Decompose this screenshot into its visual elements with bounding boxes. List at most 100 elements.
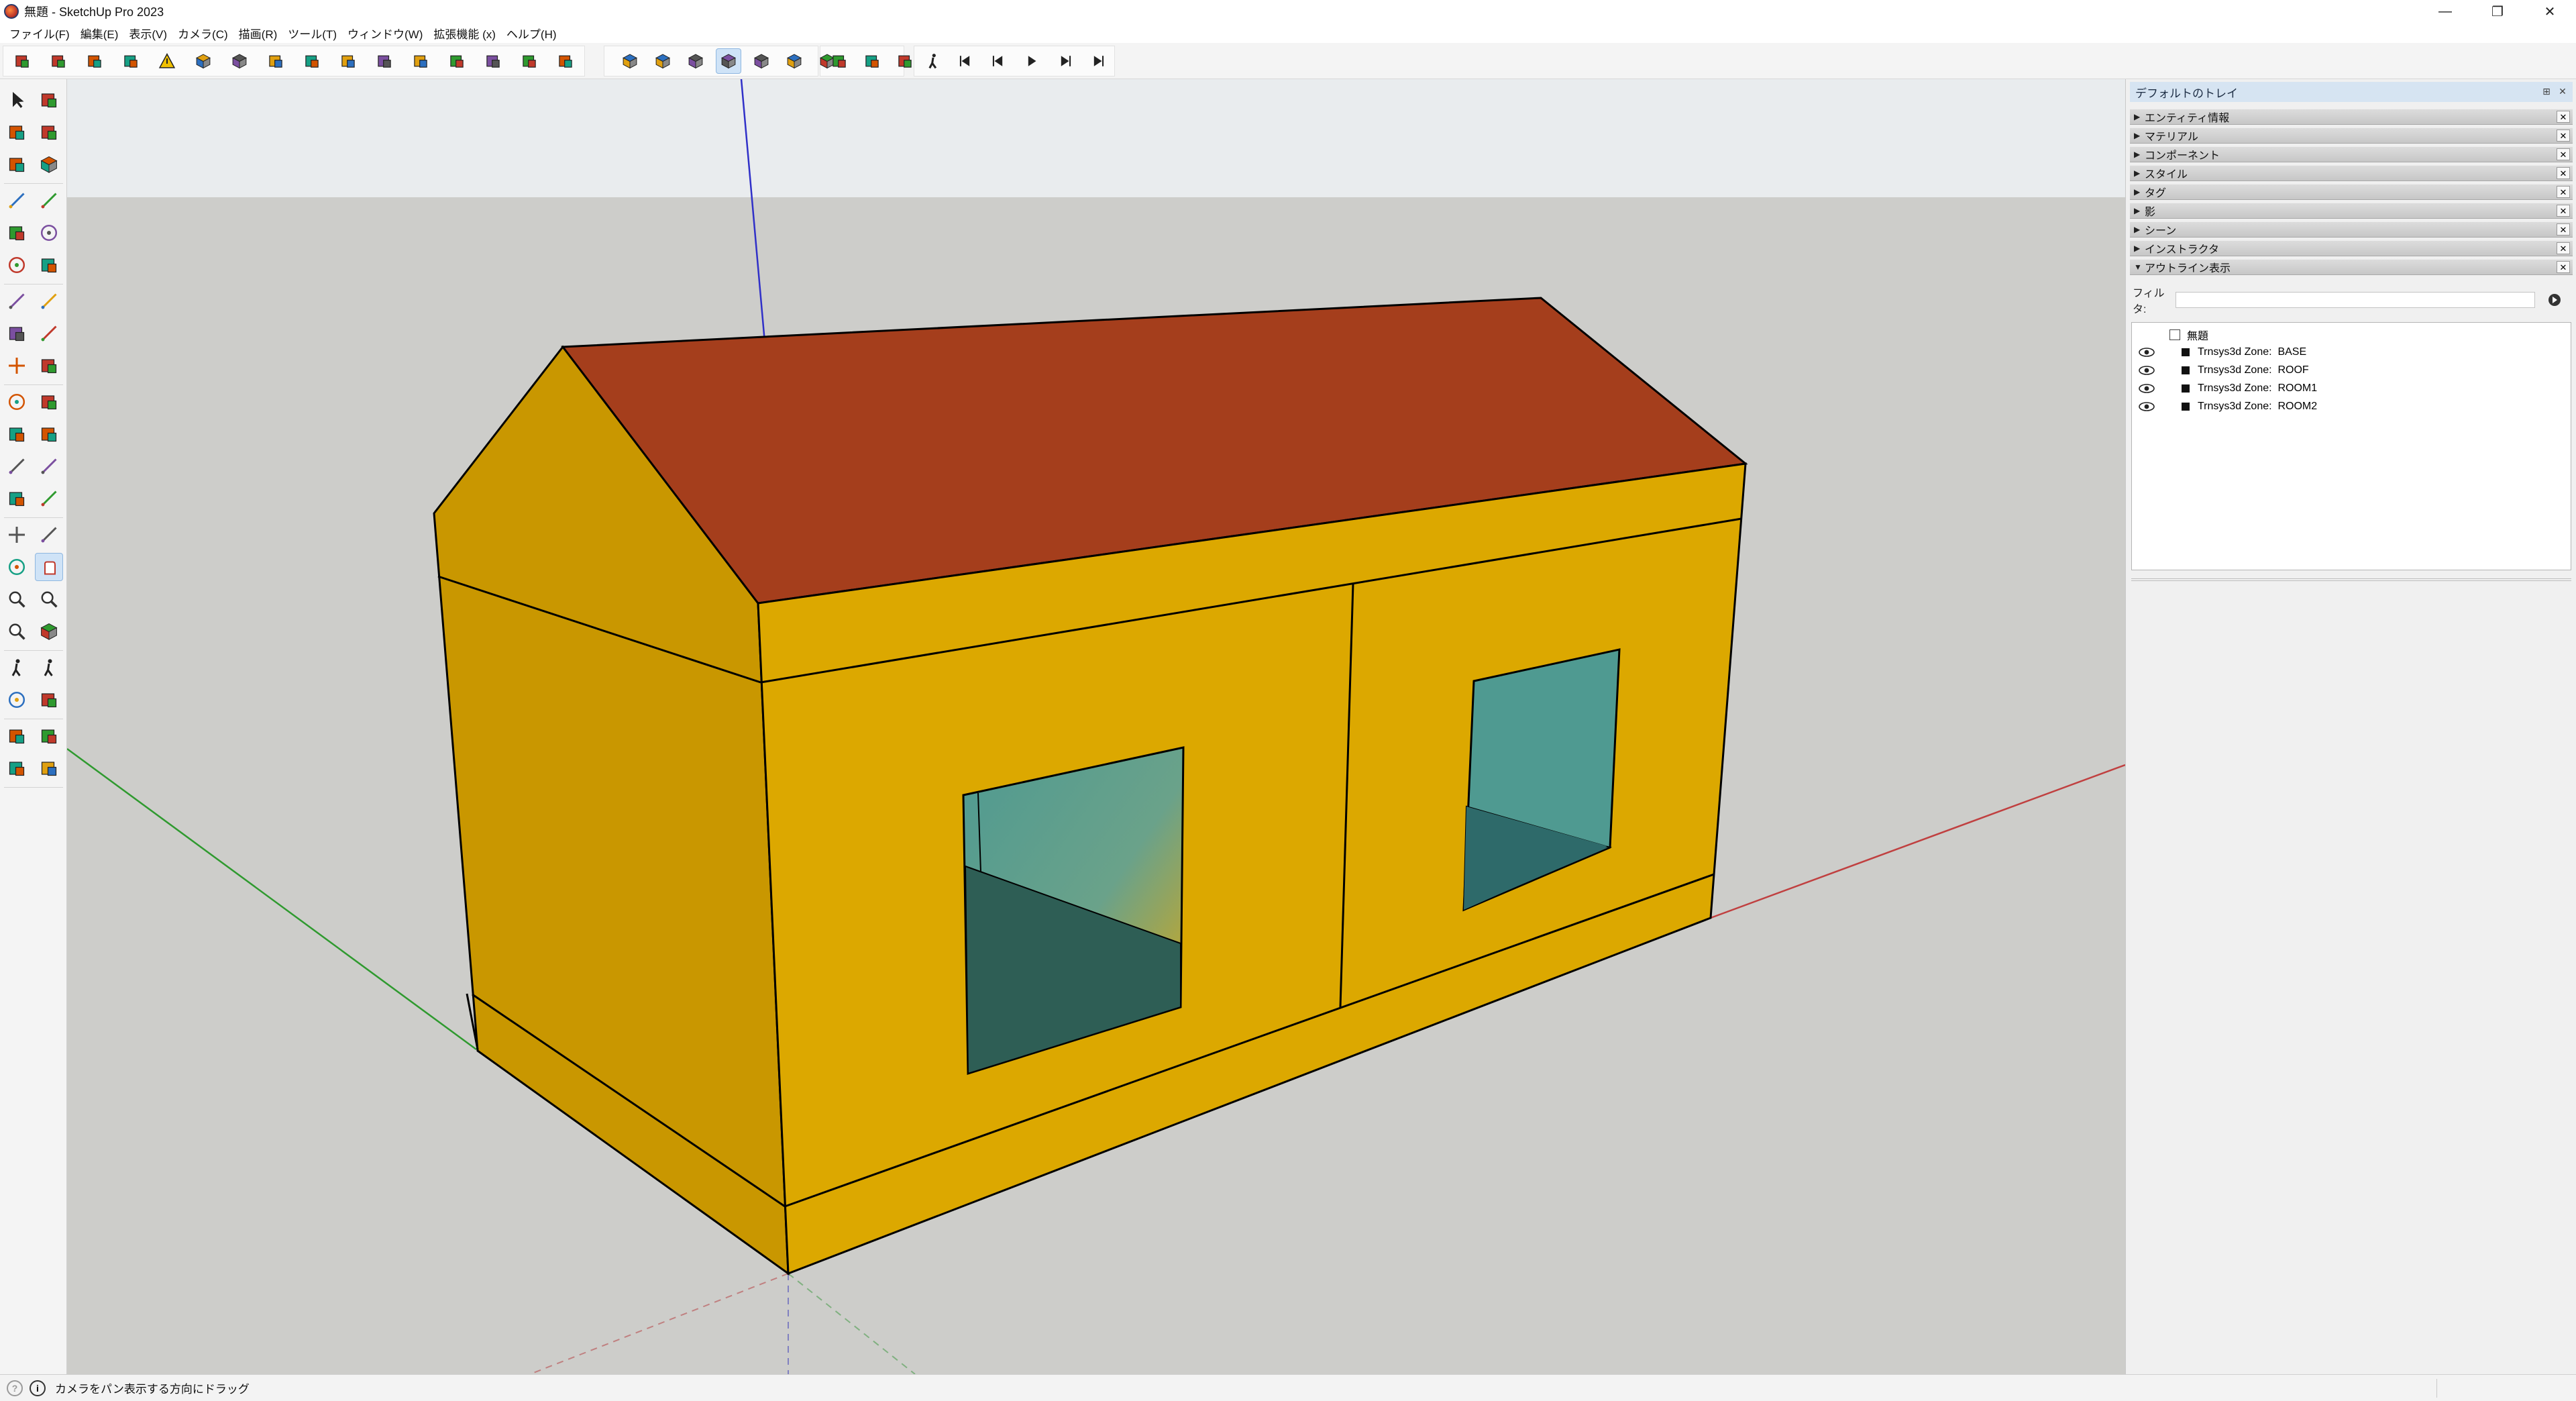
eraser-icon[interactable]: [35, 118, 63, 146]
menu-edit[interactable]: 編集(E): [75, 25, 124, 42]
move-icon[interactable]: [3, 352, 31, 380]
follow-me-icon[interactable]: [35, 388, 63, 416]
shading-icon[interactable]: [372, 48, 397, 74]
tray-close-icon[interactable]: ✕: [2557, 85, 2569, 97]
match-icon[interactable]: [444, 48, 470, 74]
zoom-extents-icon[interactable]: [3, 617, 31, 645]
text-icon[interactable]: [35, 484, 63, 513]
next-scene-icon[interactable]: [1052, 48, 1077, 74]
previous-view-icon[interactable]: [35, 617, 63, 645]
dimension-icon[interactable]: [35, 452, 63, 480]
three-point-arc-icon[interactable]: [35, 319, 63, 348]
details-arrow-icon[interactable]: [2544, 291, 2565, 309]
sandbox-icon[interactable]: [3, 722, 31, 750]
panel-close-icon[interactable]: ✕: [2557, 223, 2570, 236]
walk-icon[interactable]: [35, 654, 63, 682]
left-view-icon[interactable]: [782, 48, 807, 74]
zone-icon[interactable]: [191, 48, 216, 74]
visibility-eye-icon[interactable]: [2139, 348, 2155, 357]
position-camera-icon[interactable]: [3, 654, 31, 682]
window-icon[interactable]: [299, 48, 325, 74]
cube-icon[interactable]: [35, 150, 63, 178]
menu-window[interactable]: ウィンドウ(W): [342, 25, 428, 42]
section-plane-icon[interactable]: [35, 686, 63, 714]
pie-icon[interactable]: [3, 319, 31, 348]
warning-icon[interactable]: [154, 48, 180, 74]
circle-icon[interactable]: [3, 251, 31, 279]
tray-panel-2[interactable]: ▶ コンポーネント ✕: [2130, 146, 2573, 162]
info-icon[interactable]: i: [30, 1380, 46, 1396]
polygon-icon[interactable]: [35, 251, 63, 279]
panel-close-icon[interactable]: ✕: [2557, 129, 2570, 142]
offset-icon[interactable]: [35, 420, 63, 448]
menu-extensions[interactable]: 拡張機能 (x): [428, 25, 501, 42]
trnsys-new-icon[interactable]: [9, 48, 35, 74]
restore-button[interactable]: ❐: [2471, 0, 2524, 23]
iso-view-icon[interactable]: [617, 48, 643, 74]
arc-icon[interactable]: [3, 287, 31, 315]
outliner-tree[interactable]: 無題 Trnsys3d Zone: BASE Trnsys3d Zone: ROO…: [2131, 322, 2571, 570]
front-view-icon[interactable]: [683, 48, 708, 74]
rotate-icon[interactable]: [3, 388, 31, 416]
tray-panel-4[interactable]: ▶ タグ ✕: [2130, 184, 2573, 200]
menu-help[interactable]: ヘルプ(H): [501, 25, 562, 42]
tray-panel-0[interactable]: ▶ エンティティ情報 ✕: [2130, 109, 2573, 125]
tray-panel-6[interactable]: ▶ シーン ✕: [2130, 221, 2573, 238]
drape-icon[interactable]: [35, 754, 63, 782]
zoom-icon[interactable]: [3, 585, 31, 613]
minimize-button[interactable]: —: [2419, 0, 2471, 23]
tray-panel-8[interactable]: ▼ アウトライン表示 ✕: [2130, 259, 2573, 275]
visibility-eye-icon[interactable]: [2139, 384, 2155, 393]
freehand-icon[interactable]: [35, 187, 63, 215]
camera-icon[interactable]: [920, 48, 946, 74]
debug-icon[interactable]: [553, 48, 578, 74]
tray-splitter[interactable]: [2131, 578, 2571, 581]
push-pull-icon[interactable]: [35, 352, 63, 380]
two-point-arc-icon[interactable]: [35, 287, 63, 315]
layers-icon[interactable]: [3, 754, 31, 782]
pencil-icon[interactable]: [3, 187, 31, 215]
tag-tool-icon[interactable]: [3, 150, 31, 178]
outliner-item[interactable]: Trnsys3d Zone: BASE: [2139, 344, 2306, 360]
diagnose-icon[interactable]: [892, 48, 918, 74]
table-icon[interactable]: [859, 48, 885, 74]
tray-panel-7[interactable]: ▶ インストラクタ ✕: [2130, 240, 2573, 256]
panel-close-icon[interactable]: ✕: [2557, 261, 2570, 273]
visibility-eye-icon[interactable]: [2139, 402, 2155, 411]
pan-icon[interactable]: [35, 553, 63, 581]
tray-panel-1[interactable]: ▶ マテリアル ✕: [2130, 127, 2573, 144]
outliner-root[interactable]: 無題: [2169, 327, 2208, 343]
outliner-item[interactable]: Trnsys3d Zone: ROOM2: [2139, 399, 2317, 415]
visibility-eye-icon[interactable]: [2139, 366, 2155, 375]
pin-icon[interactable]: ⊞: [2540, 85, 2553, 97]
last-scene-icon[interactable]: [1085, 48, 1110, 74]
menu-tools[interactable]: ツール(T): [282, 25, 342, 42]
section-icon[interactable]: [826, 48, 852, 74]
tray-panel-5[interactable]: ▶ 影 ✕: [2130, 203, 2573, 219]
play-icon[interactable]: [1019, 48, 1044, 74]
stamp-icon[interactable]: [35, 722, 63, 750]
trnsys-save-as-icon[interactable]: [118, 48, 144, 74]
model-canvas[interactable]: [67, 79, 2125, 1374]
door-icon[interactable]: [335, 48, 361, 74]
panel-close-icon[interactable]: ✕: [2557, 167, 2570, 179]
panel-close-icon[interactable]: ✕: [2557, 205, 2570, 217]
geo-location-icon[interactable]: ?: [7, 1380, 23, 1396]
right-view-icon[interactable]: [716, 48, 741, 74]
panel-close-icon[interactable]: ✕: [2557, 186, 2570, 198]
model-viewport[interactable]: [67, 79, 2125, 1374]
orbit-icon[interactable]: [3, 553, 31, 581]
split-icon[interactable]: [408, 48, 433, 74]
panel-close-icon[interactable]: ✕: [2557, 242, 2570, 254]
panel-close-icon[interactable]: ✕: [2557, 111, 2570, 123]
trnsys-open-icon[interactable]: [46, 48, 71, 74]
run-icon[interactable]: [517, 48, 542, 74]
rectangle-icon[interactable]: [3, 219, 31, 247]
prev-scene-icon[interactable]: [986, 48, 1012, 74]
first-scene-icon[interactable]: [953, 48, 979, 74]
panel-close-icon[interactable]: ✕: [2557, 148, 2570, 160]
paint-bucket-icon[interactable]: [3, 118, 31, 146]
tape-measure-icon[interactable]: [3, 452, 31, 480]
lasso-icon[interactable]: [35, 86, 63, 114]
3d-text-icon[interactable]: [35, 521, 63, 549]
